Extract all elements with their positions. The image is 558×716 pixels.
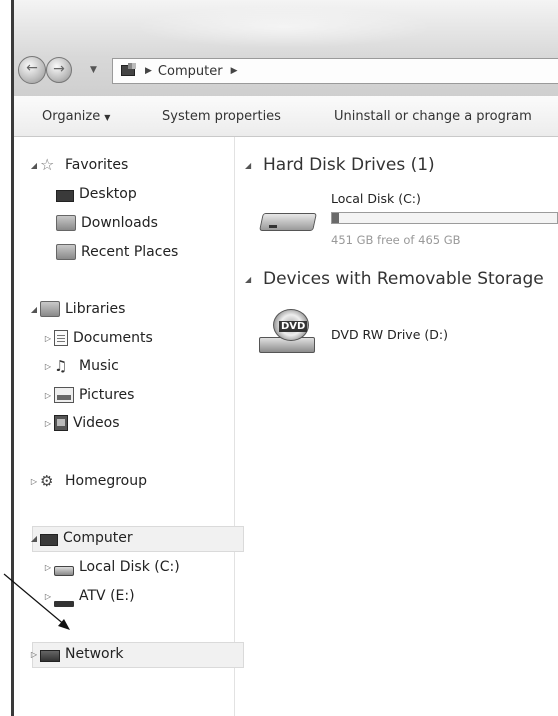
documents-icon xyxy=(54,330,68,346)
nav-local-disk-label: Local Disk (C:) xyxy=(79,559,180,575)
system-properties-button[interactable]: System properties xyxy=(162,109,281,124)
nav-desktop[interactable]: Desktop xyxy=(56,186,137,202)
organize-button[interactable]: Organize ▼ xyxy=(42,109,110,124)
star-icon: ☆ xyxy=(40,155,55,174)
back-arrow-icon: ← xyxy=(26,60,38,76)
nav-favorites-label: Favorites xyxy=(65,157,129,173)
expand-arrow-icon[interactable]: ◢ xyxy=(28,305,40,314)
content-pane: ◢ Hard Disk Drives (1) Local Disk (C:) 4… xyxy=(235,137,558,716)
computer-icon xyxy=(121,63,137,77)
nav-computer-label: Computer xyxy=(63,530,133,546)
uninstall-program-button[interactable]: Uninstall or change a program xyxy=(334,109,532,124)
nav-pictures-label: Pictures xyxy=(79,387,135,403)
drive-c-label[interactable]: Local Disk (C:) xyxy=(331,191,421,206)
nav-pictures[interactable]: ▷ Pictures xyxy=(42,387,134,403)
address-bar[interactable]: ▶ Computer ▶ xyxy=(112,58,558,84)
removable-group-title: Devices with Removable Storage xyxy=(263,269,544,289)
collapse-arrow-icon[interactable]: ▷ xyxy=(42,334,54,343)
forward-button[interactable]: → xyxy=(46,57,72,83)
back-button[interactable]: ← xyxy=(18,56,46,84)
music-icon: ♫ xyxy=(54,357,68,375)
title-bar-glass xyxy=(134,6,434,48)
collapse-arrow-icon[interactable]: ▷ xyxy=(42,362,54,371)
collapse-arrow-icon[interactable]: ▷ xyxy=(42,391,54,400)
arrow-shaft xyxy=(3,573,67,627)
drive-c-free-space: 451 GB free of 465 GB xyxy=(331,233,461,247)
hard-disk-group-header[interactable]: ◢ Hard Disk Drives (1) xyxy=(245,155,435,175)
pictures-icon xyxy=(54,387,74,403)
homegroup-icon: ⚙ xyxy=(40,472,54,490)
nav-homegroup[interactable]: ▷ ⚙ Homegroup xyxy=(28,473,147,489)
videos-icon xyxy=(54,415,68,431)
network-icon xyxy=(40,650,60,662)
nav-downloads[interactable]: Downloads xyxy=(56,215,158,231)
collapse-arrow-icon[interactable]: ▷ xyxy=(28,650,40,659)
dvd-drive-label[interactable]: DVD RW Drive (D:) xyxy=(331,327,448,342)
nav-libraries-label: Libraries xyxy=(65,301,126,317)
collapse-arrow-icon[interactable]: ▷ xyxy=(42,419,54,428)
nav-desktop-label: Desktop xyxy=(79,186,137,202)
breadcrumb-chevron-icon[interactable]: ▶ xyxy=(231,66,238,76)
downloads-icon xyxy=(56,215,76,231)
computer-icon xyxy=(40,534,58,546)
collapse-arrow-icon[interactable]: ▷ xyxy=(28,477,40,486)
expand-arrow-icon[interactable]: ◢ xyxy=(28,161,40,170)
breadcrumb-computer[interactable]: Computer xyxy=(158,64,223,79)
breadcrumb-separator-icon[interactable]: ▶ xyxy=(145,66,152,76)
annotation-arrow xyxy=(3,573,70,630)
nav-videos[interactable]: ▷ Videos xyxy=(42,415,120,431)
forward-arrow-icon: → xyxy=(53,61,65,77)
nav-documents[interactable]: ▷ Documents xyxy=(42,330,153,346)
command-bar: Organize ▼ System properties Uninstall or… xyxy=(14,96,558,137)
hard-disk-group-title: Hard Disk Drives (1) xyxy=(263,155,435,175)
recent-places-icon xyxy=(56,244,76,260)
nav-computer[interactable]: ◢ Computer xyxy=(28,530,133,546)
nav-libraries[interactable]: ◢ Libraries xyxy=(28,301,125,317)
dvd-badge: DVD xyxy=(279,321,308,332)
nav-music-label: Music xyxy=(79,358,119,374)
collapse-arrow-icon[interactable]: ◢ xyxy=(245,161,263,170)
libraries-icon xyxy=(40,301,60,317)
hard-drive-icon[interactable] xyxy=(259,205,317,239)
nav-videos-label: Videos xyxy=(73,415,120,431)
nav-music[interactable]: ▷ ♫ Music xyxy=(42,358,119,374)
removable-group-header[interactable]: ◢ Devices with Removable Storage xyxy=(245,269,544,289)
nav-recent-places[interactable]: Recent Places xyxy=(56,244,178,260)
organize-label: Organize xyxy=(42,109,101,124)
nav-downloads-label: Downloads xyxy=(81,215,158,231)
drive-c-usage-fill xyxy=(332,213,339,223)
dvd-drive-icon[interactable]: DVD xyxy=(259,307,319,357)
nav-recent-places-label: Recent Places xyxy=(81,244,179,260)
nav-favorites[interactable]: ◢ ☆ Favorites xyxy=(28,155,129,174)
expand-arrow-icon[interactable]: ◢ xyxy=(28,534,40,543)
nav-homegroup-label: Homegroup xyxy=(65,473,148,489)
recent-pages-dropdown-icon[interactable]: ▼ xyxy=(90,65,97,75)
desktop-icon xyxy=(56,190,74,202)
chevron-down-icon: ▼ xyxy=(104,113,111,122)
collapse-arrow-icon[interactable]: ◢ xyxy=(245,275,263,284)
nav-documents-label: Documents xyxy=(73,330,153,346)
drive-c-usage-bar xyxy=(331,212,558,224)
